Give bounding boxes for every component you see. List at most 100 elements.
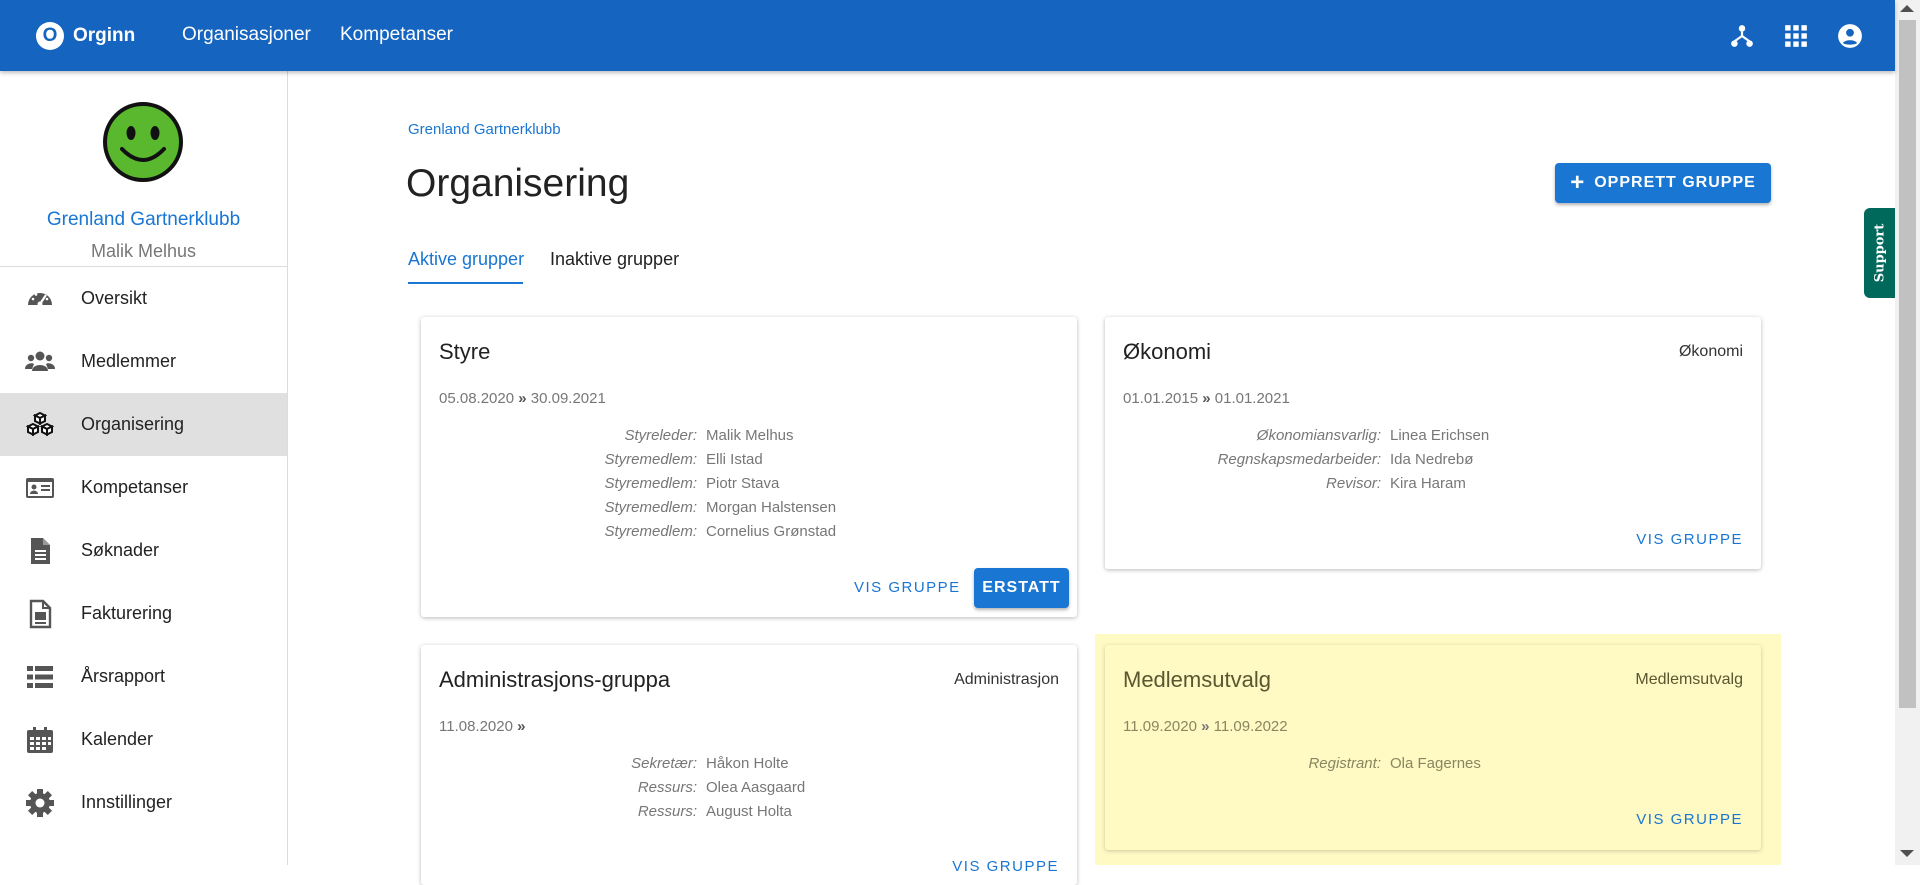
role-member: Ola Fagernes <box>1390 754 1481 772</box>
role-label: Ressurs: <box>637 802 697 820</box>
scroll-down-arrow[interactable] <box>1900 850 1914 857</box>
role-member: Elli Istad <box>706 450 763 468</box>
support-label: Support <box>1872 223 1887 283</box>
group-card-medlemsutvalg: Medlemsutvalg Medlemsutvalg 11.09.2020 »… <box>1105 645 1761 850</box>
role-row: Økonomiansvarlig: Linea Erichsen <box>1105 423 1761 447</box>
role-row: Styremedlem: Cornelius Grønstad <box>421 519 1077 543</box>
sidebar-item-label: Søknader <box>81 540 160 560</box>
speedometer-icon <box>28 292 52 306</box>
list-icon <box>27 665 53 688</box>
document-icon <box>31 537 50 564</box>
group-title: Økonomi <box>1123 339 1212 364</box>
calendar-icon <box>27 726 53 753</box>
topnav-organisasjoner[interactable]: Organisasjoner <box>182 24 311 46</box>
create-group-label: OPPRETT GRUPPE <box>1594 174 1756 191</box>
role-row: Ressurs: August Holta <box>421 799 1077 823</box>
gear-icon <box>26 788 54 817</box>
role-row: Sekretær: Håkon Holte <box>421 751 1077 775</box>
group-roles: Sekretær: Håkon Holte Ressurs: Olea Aasgaa… <box>421 751 1077 823</box>
role-member: August Holta <box>706 802 792 820</box>
top-app-bar: O Orginn Organisasjoner Kompetanser <box>0 0 1895 71</box>
sidebar-item-organisering[interactable]: Organisering <box>0 393 287 456</box>
view-group-button[interactable]: VIS GRUPPE <box>952 858 1059 875</box>
role-member: Håkon Holte <box>706 754 789 772</box>
sidebar-nav: Oversikt Medlemmer Organisering Kompetan… <box>0 267 287 834</box>
app-logo[interactable]: O Orginn <box>36 22 135 50</box>
sidebar-org-name[interactable]: Grenland Gartnerklubb <box>0 209 287 231</box>
sidebar-item-arsrapport[interactable]: Årsrapport <box>0 645 287 708</box>
view-group-button[interactable]: VIS GRUPPE <box>1636 531 1743 548</box>
sidebar-item-medlemmer[interactable]: Medlemmer <box>0 330 287 393</box>
apps-grid-icon[interactable] <box>1783 23 1809 49</box>
tab-aktive-grupper[interactable]: Aktive grupper <box>408 249 524 270</box>
scroll-up-arrow[interactable] <box>1900 5 1914 12</box>
people-icon <box>25 351 55 371</box>
sidebar-item-kompetanser[interactable]: Kompetanser <box>0 456 287 519</box>
create-group-button[interactable]: + OPPRETT GRUPPE <box>1555 163 1771 203</box>
end-date: 11.09.2022 <box>1213 718 1288 735</box>
role-label: Ressurs: <box>637 778 697 796</box>
sidebar-item-label: Oversikt <box>81 288 148 308</box>
network-icon[interactable] <box>1729 23 1755 49</box>
role-label: Styremedlem: <box>604 450 697 468</box>
role-member: Linea Erichsen <box>1390 426 1490 444</box>
role-member: Cornelius Grønstad <box>706 522 837 540</box>
role-member: Malik Melhus <box>706 426 794 444</box>
sidebar-item-kalender[interactable]: Kalender <box>0 708 287 771</box>
group-title: Styre <box>439 339 491 364</box>
sidebar-item-oversikt[interactable]: Oversikt <box>0 267 287 330</box>
group-title: Administrasjons-gruppa <box>439 667 671 692</box>
sidebar: Grenland Gartnerklubb Malik Melhus Overs… <box>0 71 288 865</box>
group-card-okonomi: Økonomi Økonomi 01.01.2015 » 01.01.2021 … <box>1105 317 1761 569</box>
sidebar-item-label: Organisering <box>81 414 185 434</box>
start-date: 11.08.2020 <box>439 718 513 735</box>
scrollbar-thumb[interactable] <box>1899 20 1916 708</box>
role-label: Revisor: <box>1325 474 1381 492</box>
role-row: Ressurs: Olea Aasgaard <box>421 775 1077 799</box>
group-dates: 05.08.2020 » 30.09.2021 <box>439 390 606 407</box>
sidebar-item-label: Årsrapport <box>81 666 166 686</box>
start-date: 05.08.2020 <box>439 390 515 407</box>
page-title: Organisering <box>406 162 630 205</box>
sidebar-item-label: Fakturering <box>81 603 173 623</box>
breadcrumb[interactable]: Grenland Gartnerklubb <box>408 121 561 138</box>
role-row: Styremedlem: Morgan Halstensen <box>421 495 1077 519</box>
sidebar-item-innstillinger[interactable]: Innstillinger <box>0 771 287 834</box>
group-card-administrasjon: Administrasjons-gruppa Administrasjon 11… <box>421 645 1077 885</box>
group-dates: 01.01.2015 » 01.01.2021 <box>1123 390 1290 407</box>
role-row: Regnskapsmedarbeider: Ida Nedrebø <box>1105 447 1761 471</box>
role-member: Olea Aasgaard <box>706 778 806 796</box>
topnav-kompetanser[interactable]: Kompetanser <box>340 24 453 46</box>
sidebar-item-soknader[interactable]: Søknader <box>0 519 287 582</box>
group-roles: Styreleder: Malik Melhus Styremedlem: Elli… <box>421 423 1077 543</box>
sidebar-item-label: Kalender <box>81 729 154 749</box>
role-row: Styremedlem: Elli Istad <box>421 447 1077 471</box>
logo-badge: O <box>36 22 64 50</box>
app-name: Orginn <box>73 25 136 46</box>
support-tab[interactable]: Support <box>1864 208 1895 298</box>
view-group-button[interactable]: VIS GRUPPE <box>1636 811 1743 828</box>
role-label: Økonomiansvarlig: <box>1256 426 1381 444</box>
group-roles: Økonomiansvarlig: Linea Erichsen Regnskap… <box>1105 423 1761 495</box>
plus-icon: + <box>1570 169 1586 196</box>
end-date: 30.09.2021 <box>530 390 606 407</box>
replace-button[interactable]: ERSTATT <box>974 568 1069 608</box>
group-card-styre: Styre 05.08.2020 » 30.09.2021 Styreleder… <box>421 317 1077 617</box>
start-date: 11.09.2020 <box>1123 718 1197 735</box>
double-chevron-icon: » <box>1201 718 1214 735</box>
tab-inaktive-grupper[interactable]: Inaktive grupper <box>550 249 679 270</box>
role-label: Styremedlem: <box>604 474 697 492</box>
cubes-icon <box>25 411 55 436</box>
invoice-icon <box>29 599 52 628</box>
role-member: Kira Haram <box>1390 474 1466 492</box>
sidebar-item-fakturering[interactable]: Fakturering <box>0 582 287 645</box>
group-roles: Registrant: Ola Fagernes <box>1105 751 1761 775</box>
account-circle-icon[interactable] <box>1837 23 1863 49</box>
id-card-icon <box>26 477 54 498</box>
sidebar-user-name: Malik Melhus <box>90 241 197 261</box>
role-row: Styreleder: Malik Melhus <box>421 423 1077 447</box>
view-group-button[interactable]: VIS GRUPPE <box>854 579 961 596</box>
role-member: Morgan Halstensen <box>706 498 837 516</box>
group-title: Medlemsutvalg <box>1123 667 1271 692</box>
double-chevron-icon: » <box>518 390 531 407</box>
